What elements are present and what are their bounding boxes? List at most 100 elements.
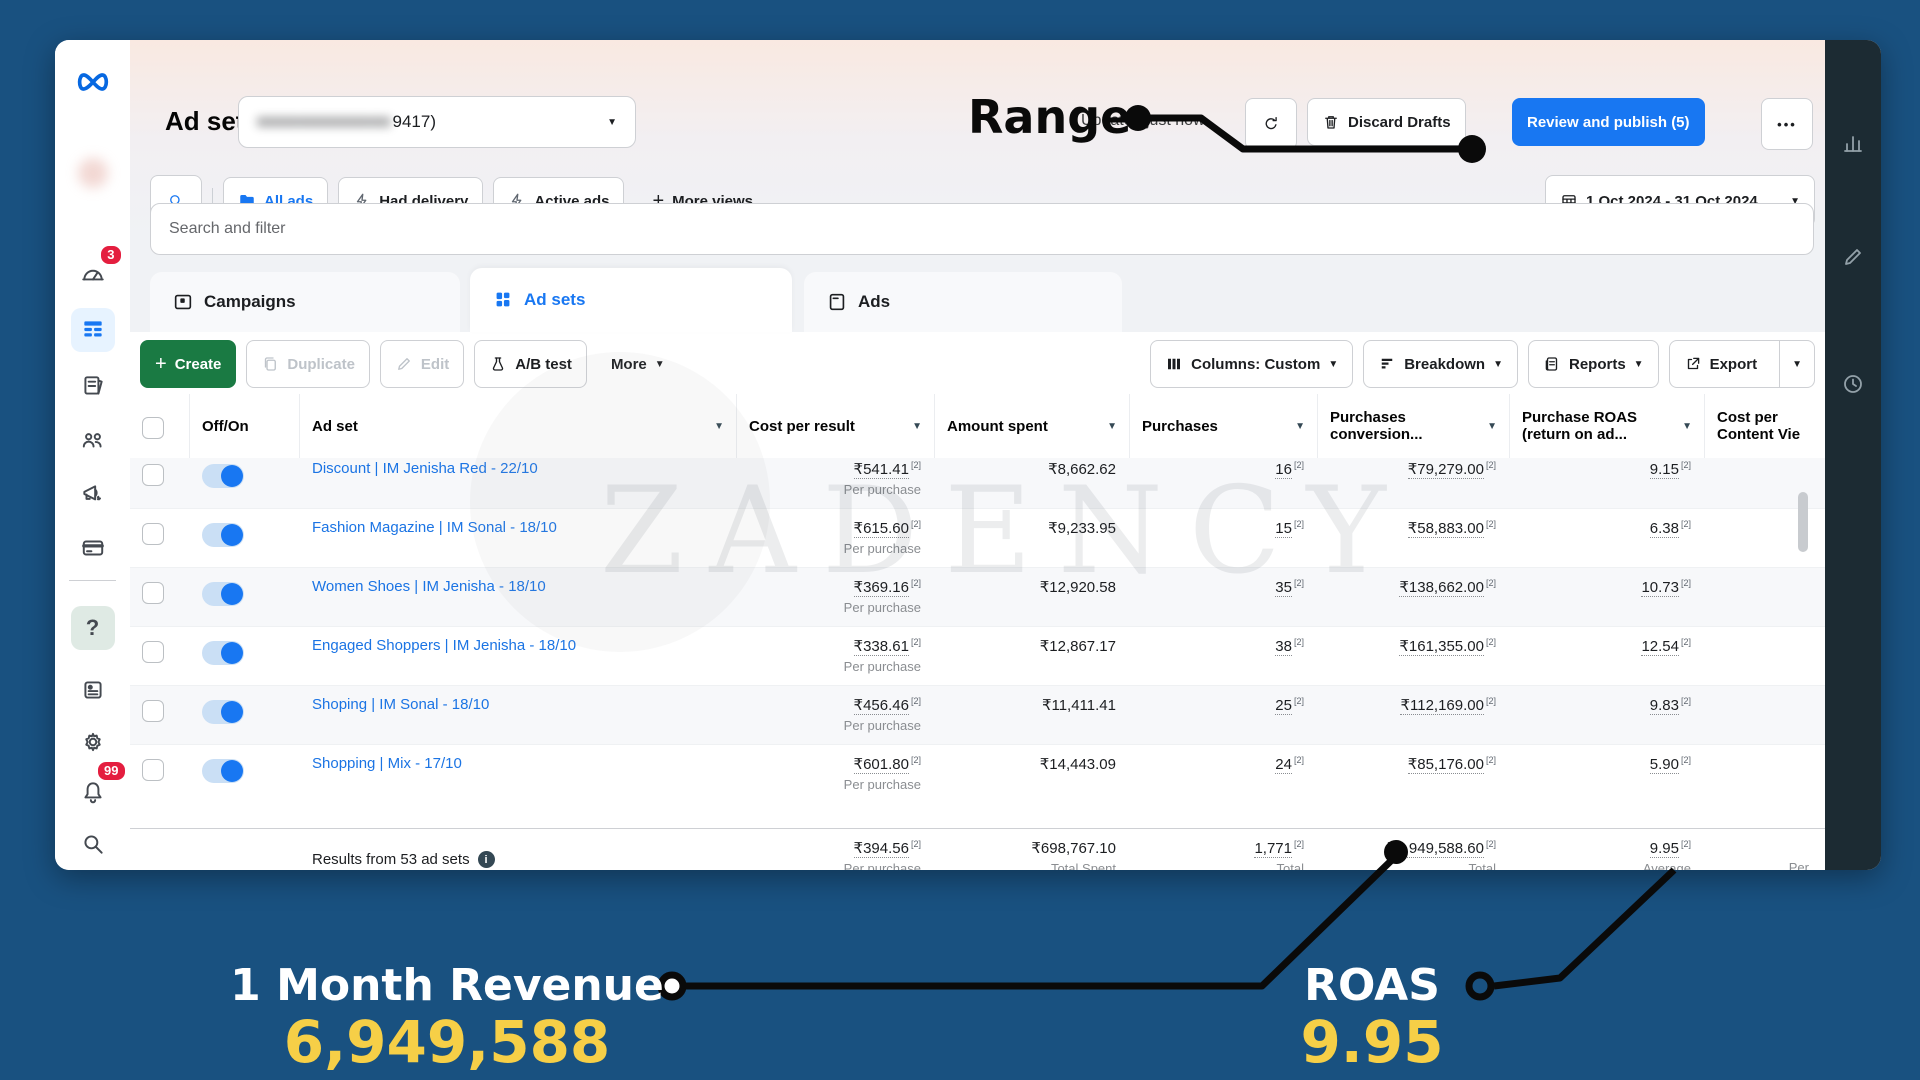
account-overview-icon[interactable]: 3 [71, 252, 115, 296]
results-label: Results from 53 ad sets [312, 851, 470, 868]
help-icon[interactable]: ? [71, 606, 115, 650]
edit-label: Edit [421, 356, 449, 373]
reports-label: Reports [1569, 356, 1626, 373]
tab-ad-sets[interactable]: Ad sets [470, 268, 792, 332]
ad-set-link[interactable]: Discount | IM Jenisha Red - 22/10 [312, 460, 538, 477]
chevron-down-icon: ▼ [1634, 359, 1644, 370]
sort-caret-icon[interactable]: ▼ [1107, 421, 1117, 432]
ad-set-link[interactable]: Shoping | IM Sonal - 18/10 [312, 696, 489, 713]
tab-campaigns[interactable]: Campaigns [150, 272, 460, 332]
col-cost-per-content[interactable]: Cost per Content Vie [1717, 409, 1813, 443]
reports-button[interactable]: Reports ▼ [1528, 340, 1659, 388]
right-sidebar [1825, 40, 1881, 870]
ad-set-link[interactable]: Women Shoes | IM Jenisha - 18/10 [312, 578, 546, 595]
ab-test-label: A/B test [515, 356, 572, 373]
row-toggle[interactable] [202, 700, 244, 724]
sidebar-search-icon[interactable] [71, 822, 115, 866]
account-visible-suffix: 9417) [393, 112, 436, 132]
charts-icon[interactable] [1841, 132, 1865, 161]
billing-card-icon[interactable] [71, 526, 115, 570]
vertical-scrollbar[interactable] [1798, 492, 1808, 552]
chevron-down-icon: ▼ [1328, 359, 1338, 370]
table-header: Off/On Ad set ▼ Cost per result ▼ Amount s… [130, 394, 1825, 459]
more-options-button[interactable]: ••• [1761, 98, 1813, 150]
row-toggle[interactable] [202, 759, 244, 783]
duplicate-button[interactable]: Duplicate [246, 340, 370, 388]
tab-ads[interactable]: Ads [804, 272, 1122, 332]
table-row: Fashion Magazine | IM Sonal - 18/10 ₹615… [130, 509, 1825, 568]
row-checkbox[interactable] [142, 759, 164, 781]
row-toggle[interactable] [202, 641, 244, 665]
roas-annotation-value: 9.95 [1300, 1008, 1443, 1076]
row-checkbox[interactable] [142, 641, 164, 663]
campaigns-nav-icon[interactable] [71, 308, 115, 352]
ads-page-icon [826, 291, 848, 313]
history-clock-icon[interactable] [1841, 372, 1865, 401]
sort-caret-icon[interactable]: ▼ [1682, 421, 1692, 432]
sort-caret-icon[interactable]: ▼ [1295, 421, 1305, 432]
export-button-group: Export ▼ [1669, 340, 1815, 388]
more-label: More [611, 356, 647, 373]
main-content: Ad sets ■■■■■■■■■■■■■ 9417) ▼ Updated ju… [130, 40, 1825, 870]
sort-caret-icon[interactable]: ▼ [714, 421, 724, 432]
search-placeholder: Search and filter [169, 220, 286, 238]
revenue-annotation-label: 1 Month Revenue [230, 960, 664, 1011]
account-selector-dropdown[interactable]: ■■■■■■■■■■■■■ 9417) ▼ [238, 96, 636, 148]
refresh-button[interactable] [1245, 98, 1297, 150]
row-checkbox[interactable] [142, 582, 164, 604]
ad-set-link[interactable]: Shopping | Mix - 17/10 [312, 755, 462, 772]
review-publish-button[interactable]: Review and publish (5) [1512, 98, 1705, 146]
breakdown-button[interactable]: Breakdown ▼ [1363, 340, 1518, 388]
search-and-filter-input[interactable]: Search and filter [150, 203, 1814, 255]
row-toggle[interactable] [202, 523, 244, 547]
info-icon[interactable]: i [478, 851, 495, 868]
select-all-checkbox[interactable] [142, 417, 164, 439]
chevron-down-icon: ▼ [655, 359, 665, 370]
create-label: Create [175, 356, 222, 373]
columns-icon [1165, 355, 1183, 373]
col-purchases-conversion[interactable]: Purchases conversion... [1330, 409, 1460, 443]
col-purchases[interactable]: Purchases [1142, 418, 1218, 435]
ad-set-link[interactable]: Fashion Magazine | IM Sonal - 18/10 [312, 519, 557, 536]
col-cost-per-result[interactable]: Cost per result [749, 418, 855, 435]
ad-sets-grid-icon [492, 289, 514, 311]
notifications-badge: 99 [96, 760, 126, 782]
settings-gear-icon[interactable] [71, 720, 115, 764]
sort-caret-icon[interactable]: ▼ [912, 421, 922, 432]
audiences-icon[interactable] [71, 418, 115, 462]
advertise-megaphone-icon[interactable] [71, 472, 115, 516]
screenshot-canvas: 3 ? [0, 0, 1920, 1080]
ab-test-button[interactable]: A/B test [474, 340, 587, 388]
meta-logo-icon[interactable] [73, 62, 113, 107]
row-checkbox[interactable] [142, 464, 164, 486]
edit-pencil-icon[interactable] [1841, 245, 1865, 274]
range-annotation-label: Range [968, 90, 1131, 144]
row-toggle[interactable] [202, 582, 244, 606]
edit-button[interactable]: Edit [380, 340, 464, 388]
news-icon[interactable] [71, 668, 115, 712]
pencil-icon [395, 355, 413, 373]
export-icon [1684, 355, 1702, 373]
discard-drafts-button[interactable]: Discard Drafts [1307, 98, 1466, 146]
ad-set-link[interactable]: Engaged Shoppers | IM Jenisha - 18/10 [312, 637, 576, 654]
col-off-on[interactable]: Off/On [202, 418, 249, 435]
col-purchase-roas[interactable]: Purchase ROAS (return on ad... [1522, 409, 1657, 443]
col-amount-spent[interactable]: Amount spent [947, 418, 1048, 435]
row-checkbox[interactable] [142, 523, 164, 545]
create-button[interactable]: + Create [140, 340, 236, 388]
row-checkbox[interactable] [142, 700, 164, 722]
row-toggle[interactable] [202, 464, 244, 488]
ads-manager-window: 3 ? [55, 40, 1881, 870]
toolbar: + Create Duplicate Edit A/B test [140, 340, 1815, 388]
export-button[interactable]: Export [1670, 341, 1772, 387]
chevron-down-icon: ▼ [607, 117, 617, 128]
notifications-bell-icon[interactable]: 99 [71, 770, 115, 814]
table-row: Shoping | IM Sonal - 18/10 ₹456.46[2]Per… [130, 686, 1825, 745]
more-menu-button[interactable]: More ▼ [597, 340, 679, 388]
sort-caret-icon[interactable]: ▼ [1487, 421, 1497, 432]
columns-button[interactable]: Columns: Custom ▼ [1150, 340, 1353, 388]
plus-icon: + [155, 353, 167, 376]
col-ad-set[interactable]: Ad set [312, 418, 358, 435]
pages-icon[interactable] [71, 364, 115, 408]
export-caret-button[interactable]: ▼ [1779, 341, 1814, 387]
